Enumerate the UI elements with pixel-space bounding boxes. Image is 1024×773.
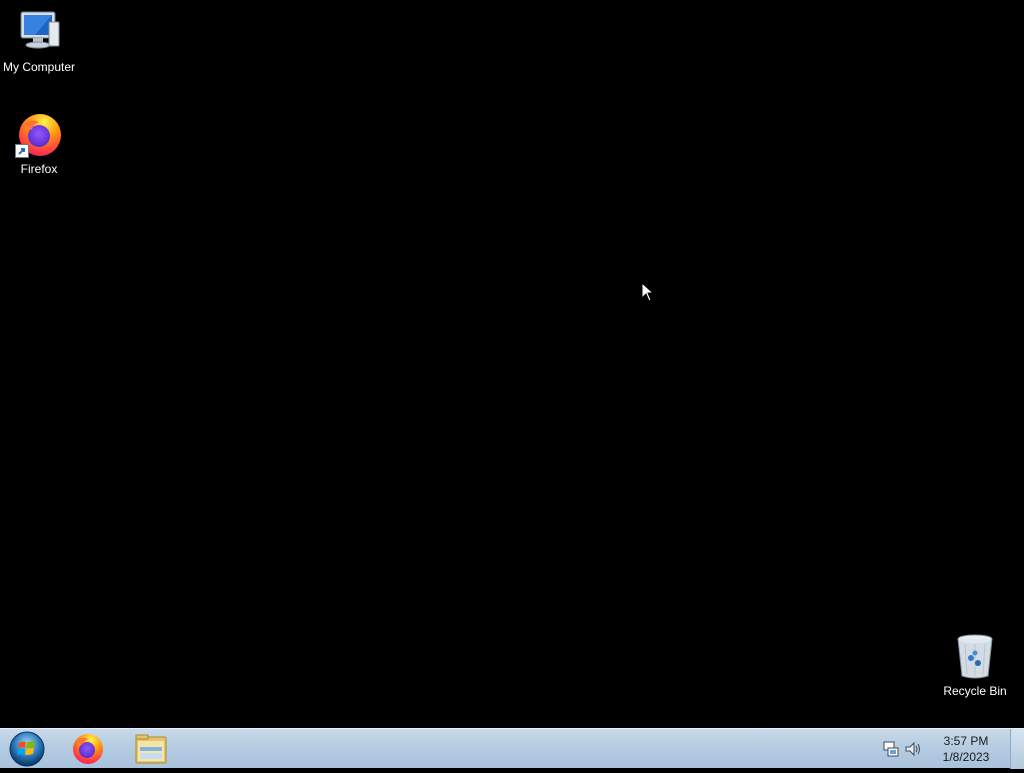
desktop-icon-my-computer[interactable]: My Computer — [0, 8, 78, 74]
show-desktop-button[interactable] — [1010, 729, 1024, 769]
firefox-icon — [73, 734, 103, 764]
shortcut-arrow-icon — [15, 144, 29, 158]
start-button[interactable] — [6, 730, 48, 768]
desktop-icon-firefox[interactable]: Firefox — [0, 110, 78, 176]
desktop[interactable]: My Computer Firefox Recycle Bin — [0, 0, 1024, 728]
speaker-icon[interactable] — [904, 740, 922, 758]
recycle-bin-icon — [951, 632, 999, 680]
desktop-icon-recycle-bin[interactable]: Recycle Bin — [936, 632, 1014, 698]
windows-logo-icon — [9, 731, 45, 767]
clock[interactable]: 3:57 PM 1/8/2023 — [926, 733, 1006, 765]
desktop-icon-label: Firefox — [20, 162, 58, 176]
computer-icon — [15, 8, 63, 56]
network-icon[interactable] — [882, 740, 900, 758]
taskbar-firefox-button[interactable] — [60, 731, 116, 767]
mouse-cursor-icon — [641, 282, 655, 302]
clock-time: 3:57 PM — [943, 734, 989, 748]
firefox-icon — [15, 110, 63, 158]
desktop-icon-label: Recycle Bin — [943, 684, 1007, 698]
clock-date: 1/8/2023 — [942, 750, 990, 764]
taskbar-explorer-button[interactable] — [122, 731, 178, 767]
taskbar: 3:57 PM 1/8/2023 — [0, 728, 1024, 769]
desktop-icon-label: My Computer — [2, 60, 76, 74]
folder-icon — [135, 734, 167, 764]
system-tray: 3:57 PM 1/8/2023 — [874, 729, 1024, 769]
